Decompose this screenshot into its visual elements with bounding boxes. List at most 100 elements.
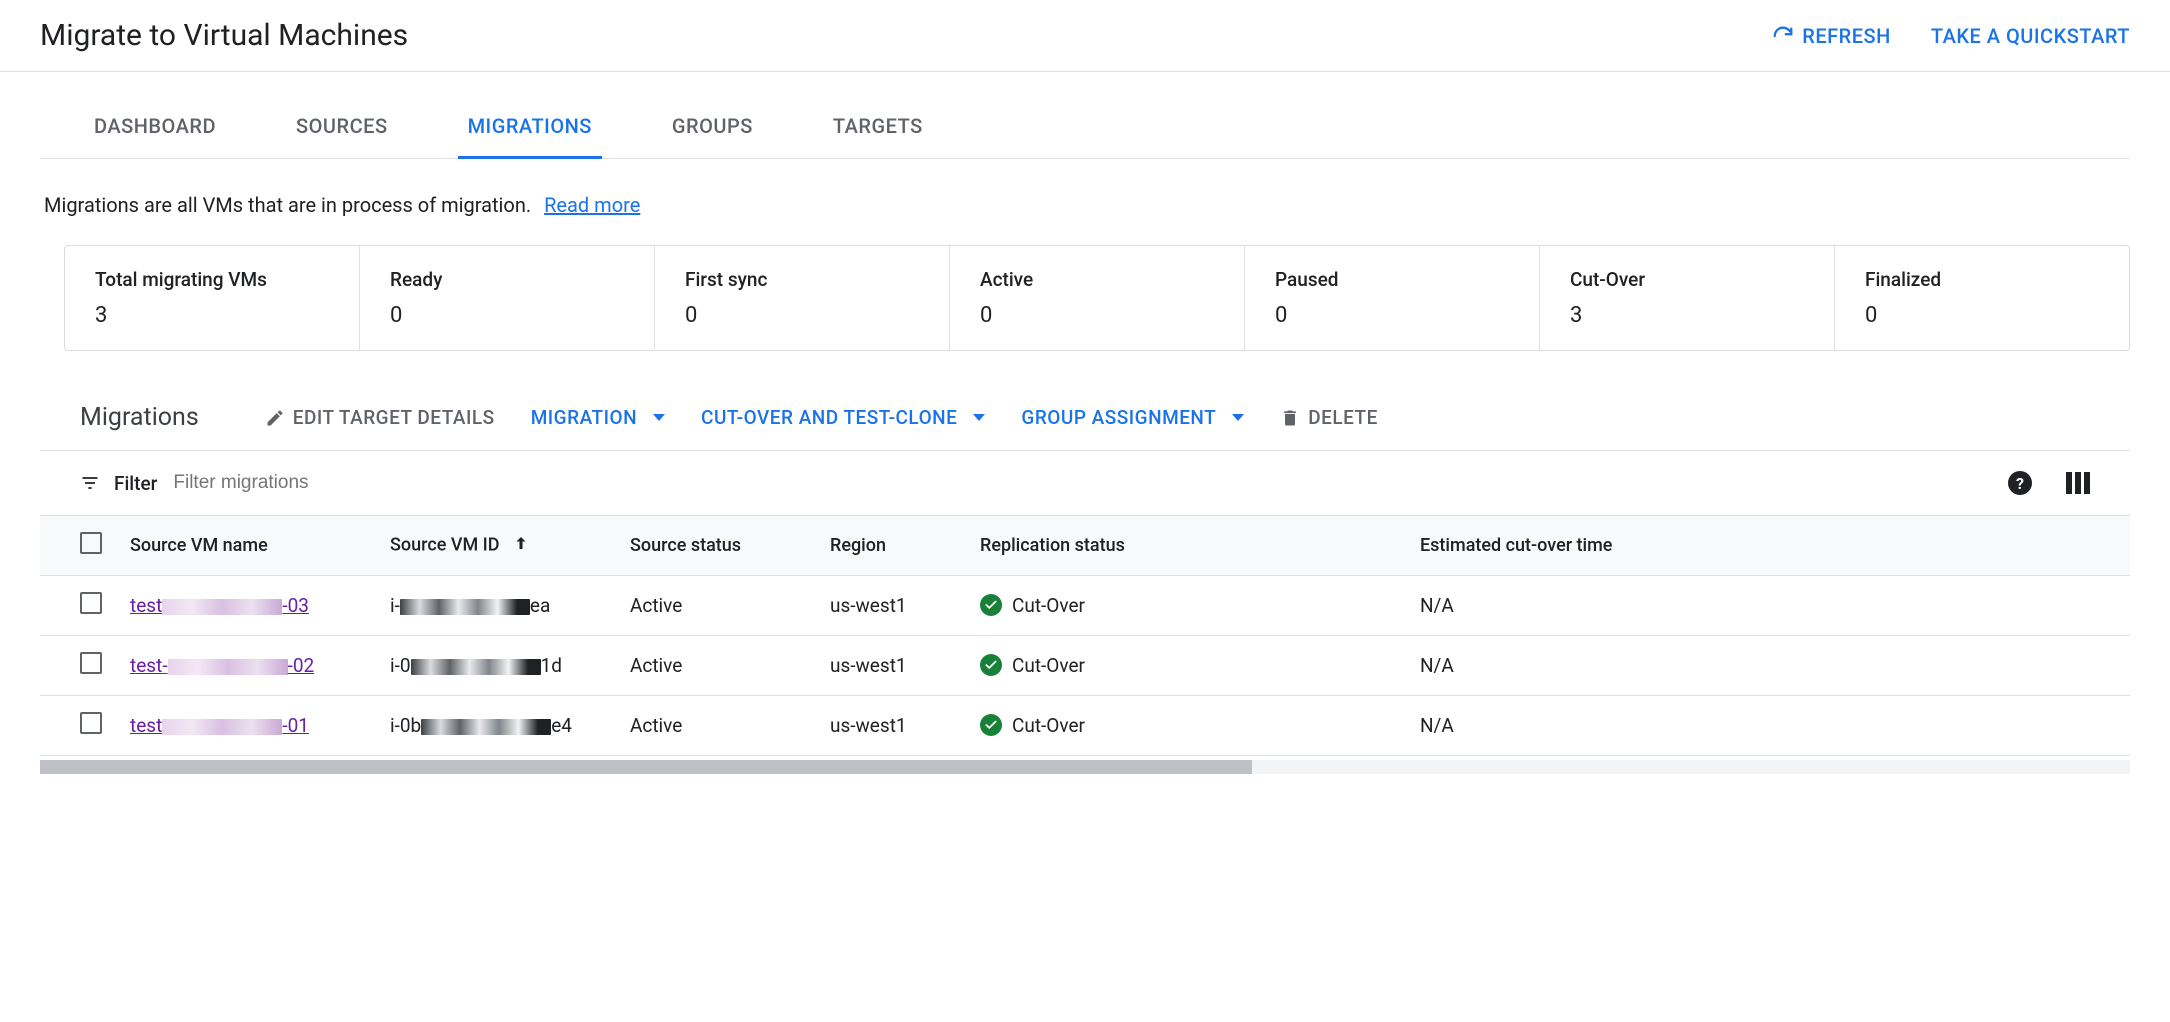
cell-source-vm-name: test--02 [116, 636, 376, 696]
replication-status-text: Cut-Over [1012, 594, 1085, 617]
stat-label: Total migrating VMs [95, 268, 329, 291]
tab-dashboard[interactable]: DASHBOARD [84, 96, 226, 159]
stat-finalized: Finalized 0 [1835, 246, 2129, 350]
stat-first-sync: First sync 0 [655, 246, 950, 350]
read-more-link[interactable]: Read more [544, 193, 640, 217]
cell-source-vm-name: test-01 [116, 696, 376, 756]
stat-label: Finalized [1865, 268, 2099, 291]
col-source-vm-name[interactable]: Source VM name [116, 516, 376, 576]
cell-source-vm-name: test-03 [116, 576, 376, 636]
col-estimated-cutover[interactable]: Estimated cut-over time [1406, 516, 2130, 576]
group-label: GROUP ASSIGNMENT [1021, 406, 1216, 429]
stat-value: 0 [1275, 303, 1509, 328]
tab-groups[interactable]: GROUPS [662, 96, 763, 159]
table-row: test--02 i-01d Active us-west1 Cut-Over … [40, 636, 2130, 696]
vm-name-link[interactable]: test--02 [130, 654, 314, 677]
vm-name-link[interactable]: test-03 [130, 594, 309, 617]
section-title: Migrations [80, 403, 199, 432]
cell-region: us-west1 [816, 636, 966, 696]
cell-replication-status: Cut-Over [966, 696, 1406, 756]
cell-replication-status: Cut-Over [966, 636, 1406, 696]
quickstart-button[interactable]: TAKE A QUICKSTART [1931, 24, 2130, 48]
stat-paused: Paused 0 [1245, 246, 1540, 350]
cell-region: us-west1 [816, 576, 966, 636]
col-id-label: Source VM ID [390, 534, 500, 555]
cell-eta: N/A [1406, 636, 2130, 696]
col-region[interactable]: Region [816, 516, 966, 576]
quickstart-label: TAKE A QUICKSTART [1931, 24, 2130, 48]
tab-bar: DASHBOARD SOURCES MIGRATIONS GROUPS TARG… [40, 96, 2130, 159]
migration-label: MIGRATION [531, 406, 637, 429]
stat-label: First sync [685, 268, 919, 291]
tab-targets[interactable]: TARGETS [823, 96, 933, 159]
migrations-table: Source VM name Source VM ID Source statu… [40, 515, 2130, 756]
delete-label: DELETE [1308, 406, 1378, 429]
cell-source-vm-id: i-01d [376, 636, 616, 696]
filter-icon [80, 473, 100, 493]
delete-button[interactable]: DELETE [1280, 406, 1378, 429]
edit-target-label: EDIT TARGET DETAILS [293, 406, 495, 429]
replication-status-text: Cut-Over [1012, 654, 1085, 677]
cutover-dropdown[interactable]: CUT-OVER AND TEST-CLONE [701, 406, 985, 429]
stats-card: Total migrating VMs 3 Ready 0 First sync… [64, 245, 2130, 351]
columns-icon[interactable] [2066, 472, 2090, 494]
cell-eta: N/A [1406, 696, 2130, 756]
stat-value: 3 [95, 303, 329, 328]
pencil-icon [265, 408, 285, 428]
cell-source-vm-id: i-0be4 [376, 696, 616, 756]
cell-replication-status: Cut-Over [966, 576, 1406, 636]
filter-label: Filter [114, 472, 157, 495]
cell-region: us-west1 [816, 696, 966, 756]
stat-value: 0 [980, 303, 1214, 328]
check-circle-icon [980, 654, 1002, 676]
select-all-checkbox[interactable] [80, 532, 102, 554]
cell-source-vm-id: i-ea [376, 576, 616, 636]
description-text: Migrations are all VMs that are in proce… [44, 193, 531, 217]
chevron-down-icon [973, 414, 985, 421]
col-replication-status[interactable]: Replication status [966, 516, 1406, 576]
stat-label: Paused [1275, 268, 1509, 291]
row-checkbox[interactable] [80, 712, 102, 734]
header-actions: REFRESH TAKE A QUICKSTART [1772, 24, 2130, 48]
help-icon[interactable]: ? [2008, 471, 2032, 495]
row-checkbox[interactable] [80, 652, 102, 674]
stat-cutover: Cut-Over 3 [1540, 246, 1835, 350]
filter-input[interactable] [171, 471, 431, 495]
col-source-vm-id[interactable]: Source VM ID [376, 516, 616, 576]
stat-value: 3 [1570, 303, 1804, 328]
col-source-status[interactable]: Source status [616, 516, 816, 576]
stat-label: Cut-Over [1570, 268, 1804, 291]
page-title: Migrate to Virtual Machines [40, 18, 408, 53]
table-row: test-01 i-0be4 Active us-west1 Cut-Over … [40, 696, 2130, 756]
refresh-label: REFRESH [1802, 24, 1891, 48]
stat-value: 0 [390, 303, 624, 328]
check-circle-icon [980, 714, 1002, 736]
edit-target-details-button[interactable]: EDIT TARGET DETAILS [265, 406, 495, 429]
replication-status-text: Cut-Over [1012, 714, 1085, 737]
horizontal-scrollbar[interactable] [40, 760, 2130, 774]
refresh-icon [1772, 25, 1794, 47]
page-header: Migrate to Virtual Machines REFRESH TAKE… [0, 0, 2170, 72]
section-header: Migrations EDIT TARGET DETAILS MIGRATION… [40, 391, 2130, 451]
group-assignment-dropdown[interactable]: GROUP ASSIGNMENT [1021, 406, 1244, 429]
chevron-down-icon [1232, 414, 1244, 421]
migration-dropdown[interactable]: MIGRATION [531, 406, 665, 429]
cutover-label: CUT-OVER AND TEST-CLONE [701, 406, 957, 429]
check-circle-icon [980, 594, 1002, 616]
vm-name-link[interactable]: test-01 [130, 714, 309, 737]
filter-row: Filter ? [40, 451, 2130, 515]
tab-migrations[interactable]: MIGRATIONS [458, 96, 602, 159]
chevron-down-icon [653, 414, 665, 421]
sort-ascending-icon [512, 534, 530, 557]
cell-source-status: Active [616, 636, 816, 696]
refresh-button[interactable]: REFRESH [1772, 24, 1891, 48]
tab-sources[interactable]: SOURCES [286, 96, 398, 159]
table-row: test-03 i-ea Active us-west1 Cut-Over N/… [40, 576, 2130, 636]
stat-label: Ready [390, 268, 624, 291]
cell-source-status: Active [616, 696, 816, 756]
row-checkbox[interactable] [80, 592, 102, 614]
page-description: Migrations are all VMs that are in proce… [40, 159, 2130, 245]
stat-active: Active 0 [950, 246, 1245, 350]
cell-source-status: Active [616, 576, 816, 636]
stat-value: 0 [1865, 303, 2099, 328]
